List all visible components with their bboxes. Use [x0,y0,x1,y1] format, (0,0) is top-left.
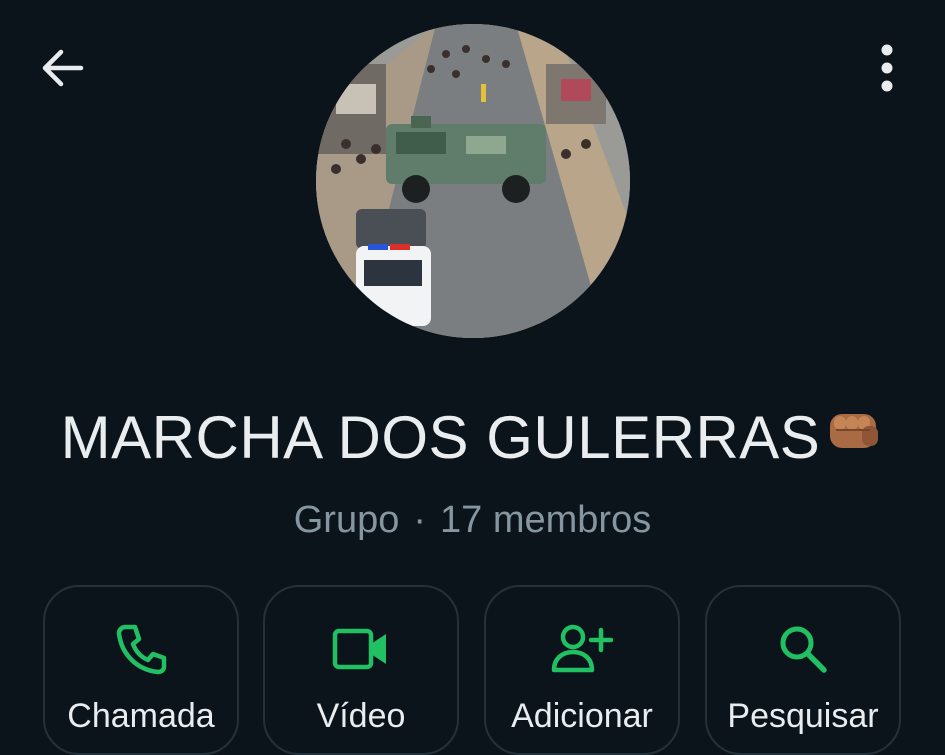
add-person-icon [486,621,678,677]
group-type-label: Grupo [293,499,400,541]
group-name-heading: MARCHA DOS GULERRAS [0,400,945,480]
action-buttons-row: Chamada Vídeo Adicionar Pesquisar [0,585,945,755]
call-label: Chamada [67,697,215,735]
phone-icon [45,621,237,677]
back-button[interactable] [32,38,92,98]
call-button[interactable]: Chamada [43,585,239,755]
group-subtitle: Grupo · 17 membros [0,494,945,546]
group-avatar[interactable] [316,24,630,338]
oncoming-fist-icon [822,398,884,474]
search-button[interactable]: Pesquisar [705,585,901,755]
member-count: 17 membros [440,499,652,541]
group-name-text: MARCHA DOS GULERRAS [60,404,821,471]
separator-dot: · [413,499,427,541]
add-member-button[interactable]: Adicionar [484,585,680,755]
video-icon [265,621,457,677]
group-photo [316,24,630,338]
add-label: Adicionar [511,697,653,735]
arrow-left-icon [42,49,84,87]
search-icon [707,621,899,677]
more-vertical-icon [881,44,893,92]
more-options-button[interactable] [858,38,916,98]
search-label: Pesquisar [727,697,879,735]
video-label: Vídeo [316,697,406,735]
video-call-button[interactable]: Vídeo [263,585,459,755]
